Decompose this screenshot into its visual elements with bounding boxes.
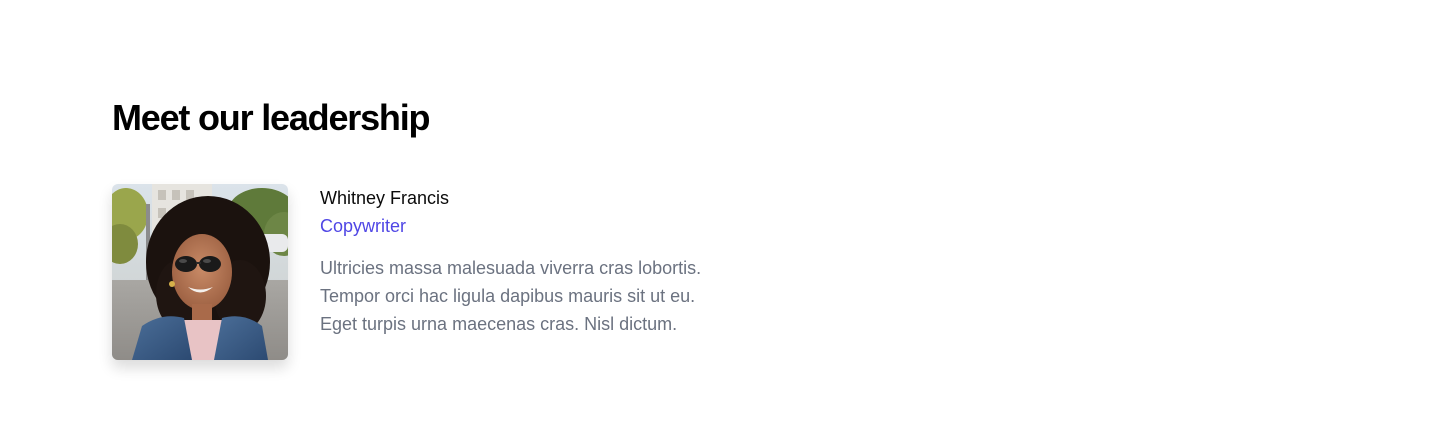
bio-line: Eget turpis urna maecenas cras. Nisl dic… (320, 314, 678, 334)
leader-name: Whitney Francis (320, 188, 450, 208)
leader-info: Whitney Francis Copywriter Ultricies mas… (320, 184, 740, 338)
leader-bio: Ultricies massa malesuada viverra cras l… (320, 254, 740, 338)
bio-line: Ultricies massa malesuada viverra cras l… (320, 258, 702, 278)
section-heading: Meet our leadership (112, 97, 430, 138)
leader-card: Whitney Francis Copywriter Ultricies mas… (112, 184, 1328, 360)
leader-role: Copywriter (320, 216, 407, 236)
leadership-section: Meet our leadership Whitney Francis Copy… (0, 0, 1440, 432)
profile-photo (112, 184, 288, 360)
bio-line: Tempor orci hac ligula dapibus mauris si… (320, 286, 696, 306)
